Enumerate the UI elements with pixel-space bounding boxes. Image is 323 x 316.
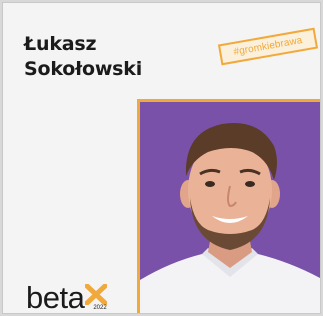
beta-logo: beta 2022 [26,280,109,313]
logo-wordmark: beta [26,280,85,313]
speaker-first-name: Łukasz [24,33,97,55]
hashtag-sticker: #gromkiebrawa [217,27,319,66]
speaker-name: Łukasz Sokołowski [24,32,142,82]
speaker-photo-frame [137,99,320,313]
x-icon [83,282,109,307]
logo-year: 2022 [93,305,107,311]
hashtag-label: #gromkiebrawa [232,35,304,58]
speaker-card: Łukasz Sokołowski #gromkiebrawa beta 202… [3,3,320,313]
speaker-portrait-illustration [140,102,320,313]
speaker-last-name: Sokołowski [24,58,143,80]
speaker-photo [140,102,320,313]
logo-x-mark: 2022 [83,282,109,311]
